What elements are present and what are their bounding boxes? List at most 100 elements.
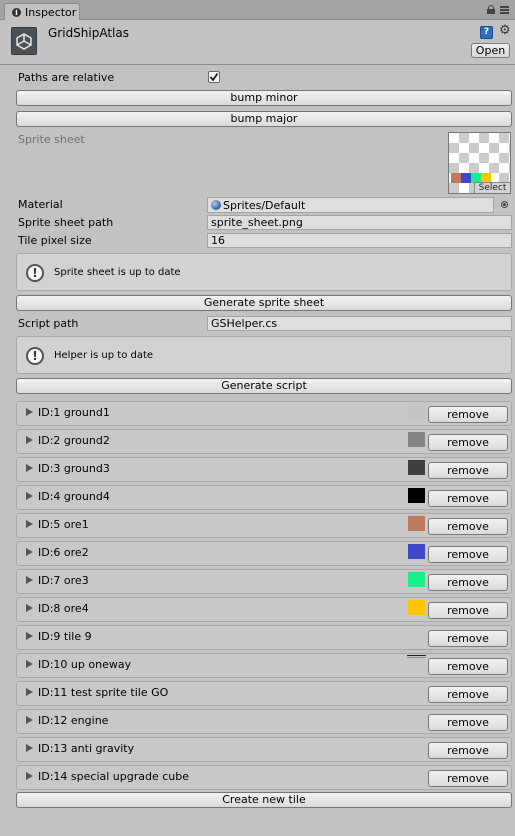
tile-row[interactable]: ID:9 tile 9 remove (16, 625, 512, 650)
tile-color-swatch (408, 432, 425, 447)
foldout-arrow-icon[interactable] (26, 492, 33, 500)
tile-row[interactable]: ID:5 ore1 remove (16, 513, 512, 538)
remove-button[interactable]: remove (428, 546, 508, 563)
tile-label: ID:14 special upgrade cube (38, 770, 190, 783)
remove-button[interactable]: remove (428, 686, 508, 703)
gear-icon[interactable]: ⚙ (499, 24, 511, 38)
paths-relative-label: Paths are relative (18, 71, 115, 84)
tile-pixel-size-label: Tile pixel size (18, 234, 92, 247)
foldout-arrow-icon[interactable] (26, 548, 33, 556)
tile-label: ID:12 engine (38, 714, 109, 727)
tile-row[interactable]: ID:10 up oneway remove (16, 653, 512, 678)
tile-label: ID:13 anti gravity (38, 742, 135, 755)
generate-sprite-sheet-button[interactable]: Generate sprite sheet (16, 295, 512, 311)
tile-row[interactable]: ID:4 ground4 remove (16, 485, 512, 510)
foldout-arrow-icon[interactable] (26, 744, 33, 752)
tile-sprite-preview (407, 655, 426, 658)
tile-label: ID:8 ore4 (38, 602, 89, 615)
tile-row[interactable]: ID:6 ore2 remove (16, 541, 512, 566)
tile-label: ID:7 ore3 (38, 574, 89, 587)
tile-label: ID:5 ore1 (38, 518, 89, 531)
tile-color-swatch (408, 516, 425, 531)
remove-button[interactable]: remove (428, 602, 508, 619)
foldout-arrow-icon[interactable] (26, 436, 33, 444)
script-path-input[interactable]: GSHelper.cs (207, 316, 512, 331)
remove-button[interactable]: remove (428, 490, 508, 507)
tile-row[interactable]: ID:14 special upgrade cube remove (16, 765, 512, 790)
tile-row[interactable]: ID:12 engine remove (16, 709, 512, 734)
tile-row[interactable]: ID:2 ground2 remove (16, 429, 512, 454)
bump-minor-button[interactable]: bump minor (16, 90, 512, 106)
asset-title: GridShipAtlas (48, 26, 129, 40)
helper-status-box: ! Helper is up to date (16, 336, 512, 374)
paths-relative-checkbox[interactable] (208, 71, 220, 83)
remove-button[interactable]: remove (428, 518, 508, 535)
info-icon: i (12, 7, 21, 17)
sprite-sheet-status-text: Sprite sheet is up to date (54, 267, 181, 278)
foldout-arrow-icon[interactable] (26, 660, 33, 668)
remove-button[interactable]: remove (428, 434, 508, 451)
tile-color-swatch (408, 544, 425, 559)
sprite-sheet-path-label: Sprite sheet path (18, 216, 114, 229)
generate-script-button[interactable]: Generate script (16, 378, 512, 394)
tile-label: ID:6 ore2 (38, 546, 89, 559)
tile-row[interactable]: ID:1 ground1 remove (16, 401, 512, 426)
inspector-header: GridShipAtlas ? ⚙ Open (0, 21, 515, 63)
sprite-select-button[interactable]: Select (474, 182, 510, 193)
material-label: Material (18, 198, 63, 211)
tile-row[interactable]: ID:11 test sprite tile GO remove (16, 681, 512, 706)
sprite-sheet-label: Sprite sheet (18, 133, 85, 146)
remove-button[interactable]: remove (428, 770, 508, 787)
help-book-icon[interactable]: ? (480, 26, 493, 39)
checkmark-icon (209, 72, 219, 82)
foldout-arrow-icon[interactable] (26, 716, 33, 724)
tab-inspector[interactable]: i Inspector (4, 3, 80, 20)
foldout-arrow-icon[interactable] (26, 576, 33, 584)
foldout-arrow-icon[interactable] (26, 464, 33, 472)
helper-status-text: Helper is up to date (54, 350, 154, 361)
remove-button[interactable]: remove (428, 630, 508, 647)
remove-button[interactable]: remove (428, 574, 508, 591)
remove-button[interactable]: remove (428, 462, 508, 479)
remove-button[interactable]: remove (428, 406, 508, 423)
sprite-sheet-path-input[interactable]: sprite_sheet.png (207, 215, 512, 230)
remove-button[interactable]: remove (428, 742, 508, 759)
remove-button[interactable]: remove (428, 714, 508, 731)
tile-row[interactable]: ID:7 ore3 remove (16, 569, 512, 594)
object-picker-icon[interactable] (501, 201, 508, 208)
tile-color-swatch (408, 488, 425, 503)
info-exclamation-icon: ! (26, 264, 44, 282)
tile-color-swatch (408, 460, 425, 475)
tile-label: ID:1 ground1 (38, 406, 110, 419)
lock-icon[interactable] (487, 5, 495, 14)
tile-row[interactable]: ID:3 ground3 remove (16, 457, 512, 482)
tab-bar: i Inspector (0, 0, 515, 20)
tile-pixel-size-input[interactable]: 16 (207, 233, 512, 248)
sprite-sheet-status-box: ! Sprite sheet is up to date (16, 253, 512, 291)
menu-icon[interactable] (500, 5, 509, 14)
tile-row[interactable]: ID:13 anti gravity remove (16, 737, 512, 762)
tile-color-swatch (408, 572, 425, 587)
tile-label: ID:11 test sprite tile GO (38, 686, 169, 699)
script-path-label: Script path (18, 317, 79, 330)
foldout-arrow-icon[interactable] (26, 520, 33, 528)
foldout-arrow-icon[interactable] (26, 604, 33, 612)
remove-button[interactable]: remove (428, 658, 508, 675)
tile-color-swatch (408, 600, 425, 615)
open-button[interactable]: Open (471, 43, 510, 58)
foldout-arrow-icon[interactable] (26, 632, 33, 640)
foldout-arrow-icon[interactable] (26, 688, 33, 696)
tile-label: ID:10 up oneway (38, 658, 132, 671)
tile-label: ID:4 ground4 (38, 490, 110, 503)
material-value: Sprites/Default (223, 198, 306, 212)
bump-major-button[interactable]: bump major (16, 111, 512, 127)
foldout-arrow-icon[interactable] (26, 772, 33, 780)
tile-row[interactable]: ID:8 ore4 remove (16, 597, 512, 622)
header-divider (0, 64, 515, 65)
tab-title: Inspector (25, 5, 77, 19)
material-sphere-icon (211, 200, 221, 210)
sprite-sheet-preview[interactable]: Select (448, 132, 511, 194)
material-field[interactable]: Sprites/Default (207, 197, 494, 213)
foldout-arrow-icon[interactable] (26, 408, 33, 416)
create-new-tile-button[interactable]: Create new tile (16, 792, 512, 808)
